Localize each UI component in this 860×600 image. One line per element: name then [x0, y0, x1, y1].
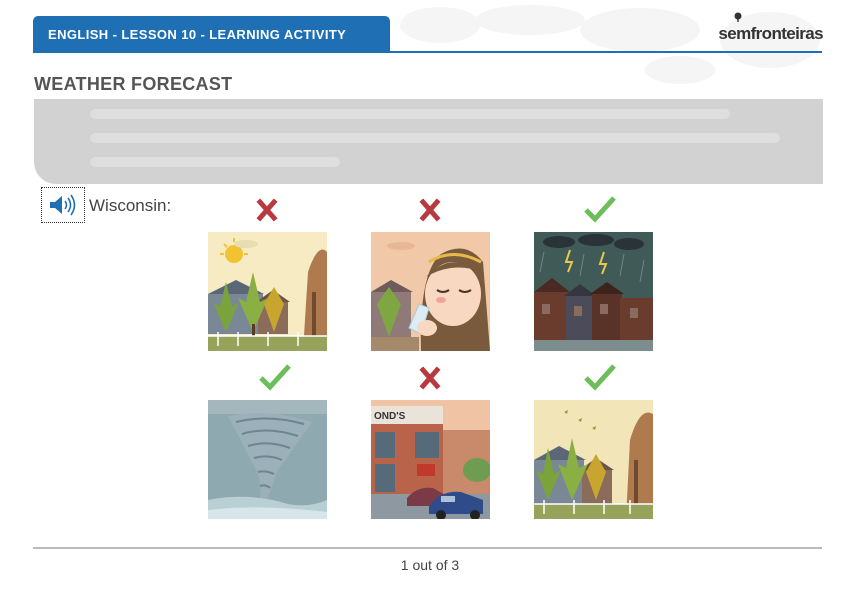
- page-indicator: 1 out of 3: [400, 557, 460, 573]
- answer-option-sunny[interactable]: [208, 232, 327, 351]
- answer-option-thunderstorm[interactable]: [534, 232, 653, 351]
- play-audio-button[interactable]: [41, 187, 85, 223]
- speaker-icon: [50, 194, 76, 216]
- correct-checkmark-icon: [584, 364, 616, 391]
- header-divider: [33, 51, 822, 53]
- footer-divider: [33, 547, 822, 549]
- correct-checkmark-icon: [584, 196, 616, 223]
- answer-option-tornado[interactable]: [208, 400, 327, 519]
- answer-option-store[interactable]: OND'S: [371, 400, 490, 519]
- wrong-mark-icon: [419, 366, 441, 390]
- instruction-panel: [34, 99, 823, 184]
- answer-option-hot[interactable]: [371, 232, 490, 351]
- correct-checkmark-icon: [259, 364, 291, 391]
- wrong-mark-icon: [419, 198, 441, 222]
- brand-logo: semfronteiras: [703, 12, 824, 46]
- page-title: WEATHER FORECAST: [34, 74, 233, 94]
- lesson-label: ENGLISH - LESSON 10 - LEARNING ACTIVITY: [48, 26, 347, 42]
- location-pin-icon: [734, 12, 742, 22]
- lesson-header-tab: ENGLISH - LESSON 10 - LEARNING ACTIVITY: [33, 16, 390, 52]
- answer-option-windy[interactable]: [534, 400, 653, 519]
- brand-name: semfronteiras: [718, 24, 823, 43]
- location-label: Wisconsin:: [89, 196, 172, 215]
- store-sign-text: OND'S: [374, 411, 406, 422]
- wrong-mark-icon: [256, 198, 278, 222]
